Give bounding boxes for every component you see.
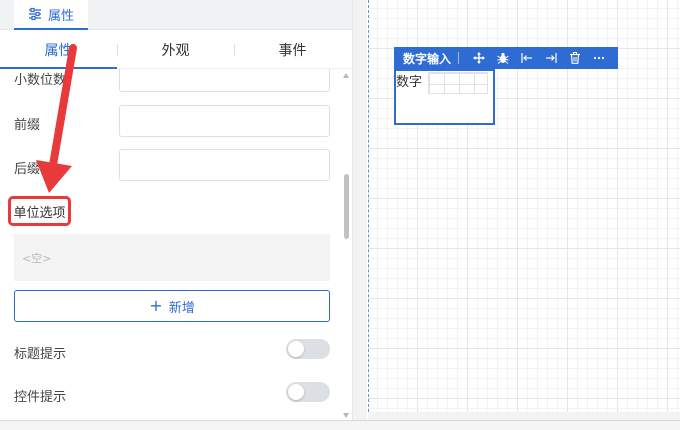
title-hint-toggle[interactable] [286,339,330,359]
panel-tab-label: 属性 [47,8,74,24]
widget-label: 数字 [396,75,423,90]
prefix-label: 前缀 [14,118,41,133]
move-icon[interactable] [467,47,491,69]
title-hint-label: 标题提示 [14,347,67,362]
prefix-input[interactable] [119,105,330,137]
panel-tabbar: 属性 [0,0,352,30]
delete-icon[interactable] [563,47,587,69]
panel-divider[interactable] [352,0,367,420]
property-form: 小数位数 前缀 后缀 单位选项 <空> + 新增 标题提示 控件提示 [0,69,340,420]
unit-options-empty: <空> [14,234,330,281]
suffix-input[interactable] [119,149,330,181]
scroll-down-icon[interactable] [343,413,349,418]
widget-toolbar: 数字输入 [394,47,618,69]
tab-events[interactable]: 事件 [234,31,351,69]
tab-properties-panel[interactable]: 属性 [14,0,88,30]
align-right-icon[interactable] [539,47,563,69]
panel-scrollbar[interactable] [341,69,352,420]
sub-tab-bar: 属性 外观 事件 [0,31,352,69]
scrollbar-thumb[interactable] [344,174,349,239]
widget-toolbar-title: 数字输入 [403,51,452,66]
tab-attributes[interactable]: 属性 [0,31,117,69]
plus-icon: + [149,296,163,315]
align-left-icon[interactable] [515,47,539,69]
suffix-label: 后缀 [14,162,41,177]
control-hint-label: 控件提示 [14,390,67,405]
tab-appearance[interactable]: 外观 [117,31,234,69]
property-panel: 属性 属性 外观 事件 小数位数 前缀 后缀 单位选项 <空> + 新增 标题提… [0,0,352,420]
canvas-horizontal-scrollbar[interactable] [368,412,680,420]
toolbar-separator [458,52,460,64]
control-hint-toggle[interactable] [286,382,330,402]
bug-icon[interactable] [491,47,515,69]
add-unit-label: 新增 [168,300,195,316]
number-input-widget[interactable]: 数字 [394,69,495,125]
bottom-status-bar [0,420,680,430]
scroll-up-icon[interactable] [343,73,349,78]
decimal-places-input[interactable] [119,69,330,92]
widget-input-grid [428,72,488,94]
decimal-places-label: 小数位数 [14,73,67,88]
more-icon[interactable] [587,47,611,69]
add-unit-button[interactable]: + 新增 [14,290,330,322]
sliders-icon [28,7,41,21]
unit-options-label: 单位选项 [8,196,71,226]
